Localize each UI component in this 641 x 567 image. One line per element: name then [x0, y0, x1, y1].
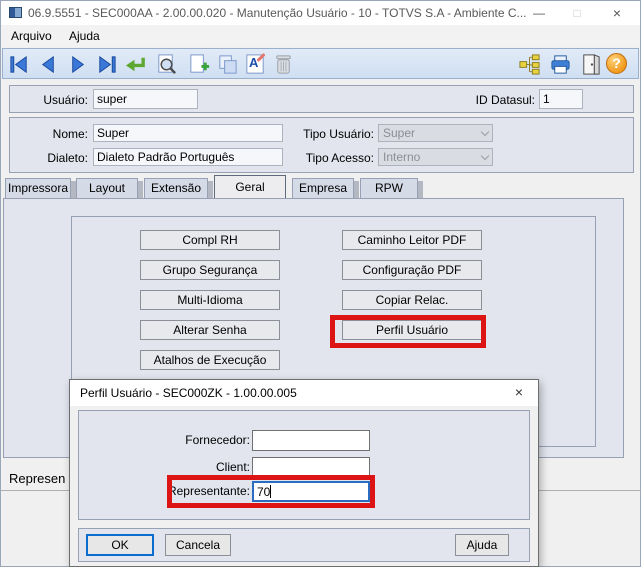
edit-letter: A — [249, 55, 259, 70]
tab-extensao[interactable]: Extensão — [144, 178, 213, 198]
help-glyph: ? — [606, 53, 627, 74]
first-record-icon[interactable] — [7, 52, 32, 77]
tipo-acesso-select[interactable]: Interno — [378, 148, 493, 166]
delete-record-icon[interactable] — [271, 52, 296, 77]
hierarchy-tree-icon[interactable] — [517, 52, 542, 77]
next-record-icon[interactable] — [65, 52, 90, 77]
representante-label: Representante: — [167, 484, 250, 498]
atalhos-execucao-button[interactable]: Atalhos de Execução — [140, 350, 280, 370]
fornecedor-input[interactable] — [252, 430, 370, 451]
tab-rpw[interactable]: RPW — [360, 178, 423, 198]
dialog-close-icon[interactable]: × — [500, 380, 538, 406]
close-button[interactable]: × — [600, 1, 634, 25]
representante-input[interactable]: 70 — [252, 481, 370, 502]
enter-confirm-icon[interactable] — [123, 52, 148, 77]
app-icon — [9, 7, 22, 18]
user-info-groupbox: Nome: Dialeto: Tipo Usuário: Super Tipo … — [9, 117, 634, 173]
new-record-icon[interactable] — [187, 52, 212, 77]
tab-layout[interactable]: Layout — [76, 178, 143, 198]
compl-rh-button[interactable]: Compl RH — [140, 230, 280, 250]
dialog-title-bar: Perfil Usuário - SEC000ZK - 1.00.00.005 … — [70, 380, 538, 406]
tipo-usuario-label: Tipo Usuário: — [303, 127, 374, 141]
tipo-usuario-select[interactable]: Super — [378, 124, 493, 142]
maximize-button[interactable]: □ — [560, 1, 594, 25]
tab-impressora[interactable]: Impressora — [5, 178, 76, 198]
nome-input[interactable] — [93, 124, 283, 142]
edit-record-icon[interactable]: A — [243, 52, 268, 77]
copy-record-icon[interactable] — [215, 52, 240, 77]
chevron-down-icon — [480, 151, 490, 161]
ajuda-button[interactable]: Ajuda — [455, 534, 509, 556]
tab-strip: Impressora Layout Extensão Geral Empresa… — [3, 175, 625, 198]
tipo-acesso-value: Interno — [383, 150, 421, 164]
usuario-input[interactable] — [93, 89, 198, 109]
window-title: 06.9.5551 - SEC000AA - 2.00.00.020 - Man… — [28, 6, 527, 20]
id-datasul-input[interactable] — [539, 89, 583, 109]
exit-door-icon[interactable] — [578, 52, 603, 77]
menu-ajuda[interactable]: Ajuda — [69, 29, 100, 43]
search-view-icon[interactable] — [154, 52, 179, 77]
grupo-seguranca-button[interactable]: Grupo Segurança — [140, 260, 280, 280]
last-record-icon[interactable] — [94, 52, 119, 77]
fornecedor-label: Fornecedor: — [185, 433, 250, 447]
usuario-label: Usuário: — [43, 93, 88, 107]
tab-empresa[interactable]: Empresa — [292, 178, 359, 198]
dialeto-input[interactable] — [93, 148, 283, 166]
ok-button[interactable]: OK — [86, 534, 154, 556]
tab-geral[interactable]: Geral — [214, 175, 286, 198]
chevron-down-icon — [480, 127, 490, 137]
user-key-groupbox: Usuário: ID Datasul: — [9, 85, 634, 113]
dialeto-label: Dialeto: — [47, 151, 88, 165]
help-icon[interactable]: ? — [605, 52, 630, 77]
toolbar: A ? — [2, 48, 639, 79]
dialog-title: Perfil Usuário - SEC000ZK - 1.00.00.005 — [80, 386, 297, 400]
alterar-senha-button[interactable]: Alterar Senha — [140, 320, 280, 340]
title-bar: 06.9.5551 - SEC000AA - 2.00.00.020 - Man… — [1, 1, 640, 25]
id-datasul-label: ID Datasul: — [475, 93, 535, 107]
menu-bar: Arquivo Ajuda — [1, 25, 640, 47]
previous-record-icon[interactable] — [36, 52, 61, 77]
tipo-acesso-label: Tipo Acesso: — [305, 151, 374, 165]
multi-idioma-button[interactable]: Multi-Idioma — [140, 290, 280, 310]
client-label: Client: — [215, 460, 250, 474]
representante-value: 70 — [257, 485, 271, 499]
cancela-button[interactable]: Cancela — [165, 534, 231, 556]
copiar-relac-button[interactable]: Copiar Relac. — [342, 290, 482, 310]
caminho-leitor-pdf-button[interactable]: Caminho Leitor PDF — [342, 230, 482, 250]
nome-label: Nome: — [52, 127, 88, 141]
client-input[interactable] — [252, 457, 370, 478]
tipo-usuario-value: Super — [383, 126, 416, 140]
print-icon[interactable] — [548, 52, 573, 77]
dialog-button-bar: OK Cancela Ajuda — [78, 528, 530, 562]
perfil-usuario-button[interactable]: Perfil Usuário — [342, 320, 482, 340]
text-caret — [270, 485, 272, 498]
status-text: Represen — [9, 471, 66, 486]
perfil-usuario-dialog: Perfil Usuário - SEC000ZK - 1.00.00.005 … — [69, 379, 539, 567]
configuracao-pdf-button[interactable]: Configuração PDF — [342, 260, 482, 280]
minimize-button[interactable]: — — [522, 1, 556, 25]
menu-arquivo[interactable]: Arquivo — [11, 29, 52, 43]
